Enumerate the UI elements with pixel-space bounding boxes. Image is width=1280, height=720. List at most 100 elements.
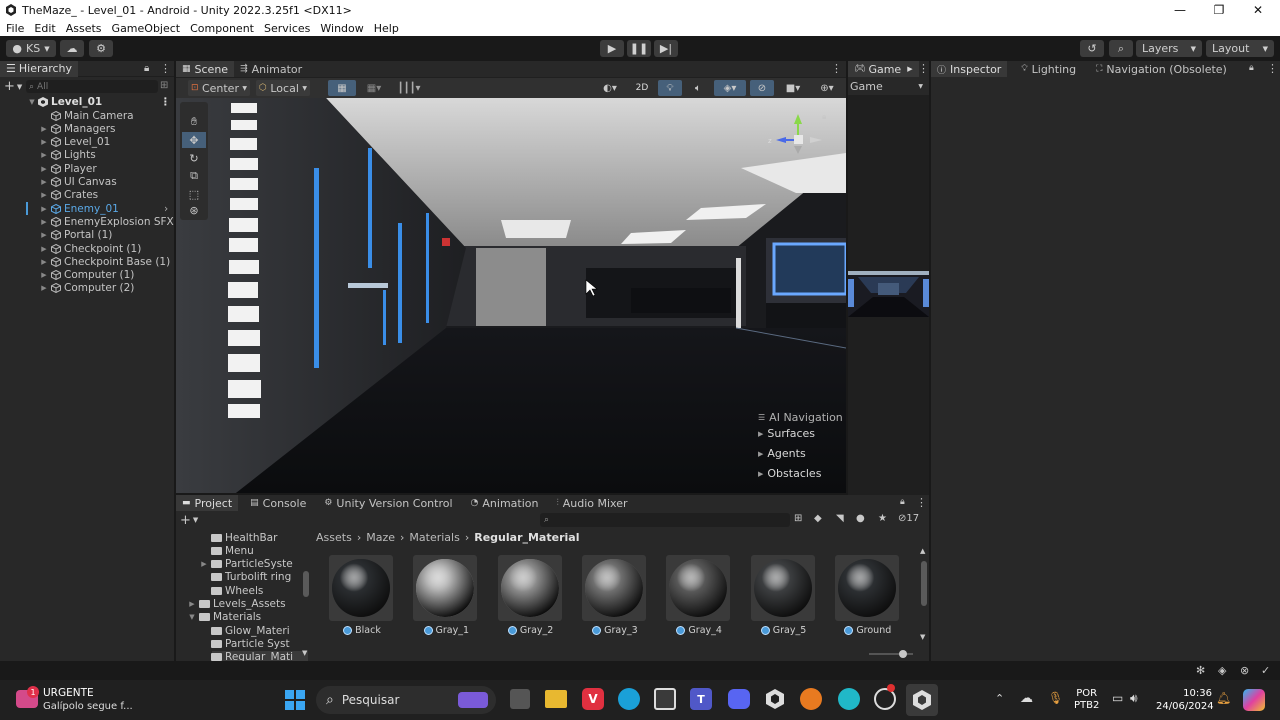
hierarchy-item[interactable]: ▶ Player bbox=[40, 162, 96, 175]
warning-icon[interactable]: ● bbox=[856, 513, 865, 524]
project-search[interactable]: ⌕ bbox=[540, 513, 790, 527]
hierarchy-item[interactable]: ▶ Lights bbox=[40, 149, 95, 162]
account-button[interactable]: ● KS ▼ bbox=[6, 40, 56, 57]
expand-icon[interactable]: ▶ bbox=[40, 218, 48, 226]
material-asset[interactable]: Ground bbox=[834, 555, 901, 636]
expand-icon[interactable]: ▼ bbox=[28, 98, 36, 106]
folder-tree-scrollbar[interactable] bbox=[303, 571, 309, 597]
news-subtitle[interactable]: Galípolo segue f... bbox=[43, 701, 133, 712]
file-explorer-icon[interactable] bbox=[545, 690, 567, 708]
icon-size-slider[interactable] bbox=[869, 650, 913, 658]
expand-icon[interactable]: ▶ bbox=[40, 271, 48, 279]
chevron-up-icon[interactable]: ▲ bbox=[920, 547, 925, 555]
expand-icon[interactable]: ▼ bbox=[188, 613, 196, 621]
search-filter-icon[interactable]: ⊞ bbox=[160, 80, 168, 91]
effects-toggle-button[interactable]: ◈▾ bbox=[714, 80, 746, 96]
hierarchy-item[interactable]: ▶ EnemyExplosion SFX bbox=[40, 215, 173, 228]
folder-item[interactable]: Turbolift ring bbox=[211, 571, 291, 584]
layers-icon[interactable]: ◈ bbox=[1218, 664, 1226, 677]
bug-off-icon[interactable]: ✻ bbox=[1196, 664, 1205, 677]
tab-version-control[interactable]: ⚙ Unity Version Control bbox=[318, 495, 458, 511]
folder-item[interactable]: Particle Syst bbox=[211, 637, 290, 650]
folder-item[interactable]: ▶ Levels_Assets bbox=[189, 598, 285, 611]
step-button[interactable]: ▶| bbox=[654, 40, 678, 57]
menu-component[interactable]: Component bbox=[190, 22, 254, 35]
copilot-app-icon[interactable] bbox=[1243, 689, 1265, 711]
chevron-down-icon[interactable]: ▼ bbox=[302, 649, 307, 657]
move-tool-button[interactable]: ✥ bbox=[182, 132, 206, 148]
more-icon[interactable]: ⋮ bbox=[160, 62, 171, 75]
grid-toggle-button[interactable]: ▦ bbox=[328, 80, 356, 96]
rotate-tool-button[interactable]: ↻ bbox=[182, 150, 206, 166]
microphone-icon[interactable]: 🎙︎ bbox=[1048, 691, 1063, 705]
hierarchy-item[interactable]: ▶ Checkpoint (1) bbox=[40, 242, 141, 255]
folder-item[interactable]: HealthBar bbox=[211, 531, 277, 544]
store-icon[interactable] bbox=[654, 688, 676, 710]
asset-scrollbar[interactable]: ▲ ▼ bbox=[920, 547, 927, 641]
play-button[interactable]: ▶ bbox=[600, 40, 624, 57]
expand-icon[interactable]: ▶ bbox=[200, 560, 208, 568]
breadcrumb-assets[interactable]: Assets bbox=[316, 531, 352, 544]
breadcrumb-regular-material[interactable]: Regular_Material bbox=[474, 531, 579, 544]
chevron-right-icon[interactable]: › bbox=[164, 203, 168, 215]
expand-icon[interactable]: ▶ bbox=[40, 284, 48, 292]
folder-item[interactable]: ▶ ParticleSyste bbox=[201, 558, 292, 571]
menu-window[interactable]: Window bbox=[320, 22, 363, 35]
material-asset[interactable]: Gray_3 bbox=[581, 555, 648, 636]
camera-settings-button[interactable]: ■▾ bbox=[778, 80, 808, 96]
menu-gameobject[interactable]: GameObject bbox=[112, 22, 181, 35]
chevron-down-icon[interactable]: ▼ bbox=[193, 516, 198, 524]
cloud-icon[interactable]: ☁ bbox=[1020, 691, 1033, 706]
menu-help[interactable]: Help bbox=[374, 22, 399, 35]
lock-icon[interactable]: 🔒︎ bbox=[900, 497, 905, 507]
scale-tool-button[interactable]: ⧉ bbox=[182, 168, 206, 184]
nav-item-obstacles[interactable]: ▶ Obstacles bbox=[758, 467, 846, 480]
draw-mode-button[interactable]: ◐▾ bbox=[596, 80, 624, 96]
cloud-button[interactable]: ☁ bbox=[60, 40, 84, 57]
type-filter-icon[interactable]: ◆ bbox=[814, 513, 822, 524]
tab-project[interactable]: ▬ Project bbox=[176, 495, 239, 511]
lighting-toggle-button[interactable]: 💡︎ bbox=[658, 80, 682, 96]
tab-scene[interactable]: ▦ Scene bbox=[176, 61, 235, 77]
lock-icon[interactable]: 🔒︎ bbox=[822, 112, 826, 122]
increment-snap-button[interactable]: ┃┃┃▾ bbox=[394, 80, 424, 96]
tab-console[interactable]: ▤ Console bbox=[244, 495, 312, 511]
tab-animator[interactable]: ⇶ Animator bbox=[234, 61, 308, 77]
monitor-icon[interactable]: ▭ bbox=[1112, 691, 1123, 705]
expand-icon[interactable]: ▶ bbox=[40, 191, 48, 199]
windows-start-icon[interactable] bbox=[284, 689, 306, 711]
scene-viewport[interactable]: ✋︎ ✥ ↻ ⧉ ⬚ ⊛ z 🔒︎ ☰ AI Navigation ▶ Surf… bbox=[176, 98, 846, 493]
drag-handle-icon[interactable]: ☰ bbox=[758, 413, 765, 422]
folder-item[interactable]: Menu bbox=[211, 544, 254, 557]
unity-editor-taskbar-button[interactable] bbox=[906, 684, 938, 716]
expand-icon[interactable]: ▶ bbox=[40, 245, 48, 253]
material-asset[interactable]: Gray_2 bbox=[497, 555, 564, 636]
transform-tool-button[interactable]: ⊛ bbox=[182, 202, 206, 218]
blender-icon[interactable] bbox=[800, 688, 822, 710]
expand-icon[interactable]: ▶ bbox=[40, 151, 48, 159]
tab-hierarchy[interactable]: ☰ Hierarchy bbox=[0, 60, 79, 77]
canva-icon[interactable] bbox=[838, 688, 860, 710]
hierarchy-item[interactable]: Main Camera bbox=[40, 109, 134, 122]
visibility-toggle-button[interactable]: ⊘ bbox=[750, 80, 774, 96]
menu-file[interactable]: File bbox=[6, 22, 24, 35]
menu-edit[interactable]: Edit bbox=[34, 22, 55, 35]
lock-icon[interactable]: 🔒︎ bbox=[1249, 63, 1254, 73]
expand-icon[interactable]: ▶ bbox=[40, 258, 48, 266]
display-dropdown[interactable]: Game ▼ bbox=[848, 78, 929, 95]
add-icon[interactable]: + bbox=[4, 79, 15, 94]
pause-button[interactable]: ❚❚ bbox=[627, 40, 651, 57]
layers-dropdown[interactable]: Layers ▼ bbox=[1136, 40, 1202, 57]
taskbar-search[interactable]: ⌕ Pesquisar bbox=[316, 686, 496, 714]
bell-icon[interactable]: 🔔︎ bbox=[1216, 691, 1231, 705]
hierarchy-item[interactable]: ▶ Computer (2) bbox=[40, 282, 134, 295]
edge-icon[interactable] bbox=[618, 688, 640, 710]
discord-icon[interactable] bbox=[728, 689, 750, 709]
hierarchy-item[interactable]: ▶ Enemy_01 › bbox=[26, 202, 168, 216]
slider-handle[interactable] bbox=[899, 650, 907, 658]
material-asset[interactable]: Gray_1 bbox=[413, 555, 479, 636]
hierarchy-search[interactable]: ⌕ bbox=[26, 80, 158, 93]
more-icon[interactable]: ⋮ bbox=[918, 62, 929, 75]
volume-icon[interactable]: 🔊︎ bbox=[1130, 691, 1138, 706]
news-title[interactable]: URGENTE bbox=[43, 687, 94, 699]
